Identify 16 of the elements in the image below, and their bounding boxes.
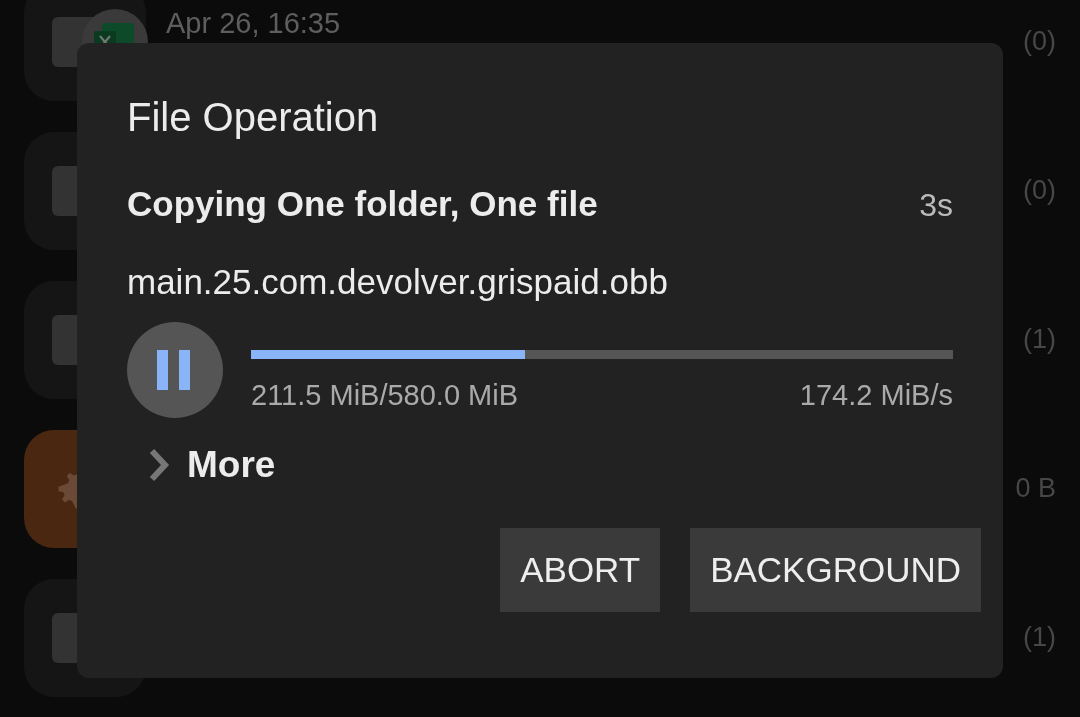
more-toggle[interactable]: More — [145, 444, 276, 486]
item-count: (1) — [1023, 324, 1056, 355]
item-count: (0) — [1023, 26, 1056, 57]
dialog-title: File Operation — [127, 95, 380, 140]
transfer-speed: 174.2 MiB/s — [799, 379, 953, 412]
dialog-button[interactable]: ABORT — [500, 528, 661, 612]
pause-icon — [157, 350, 193, 390]
file-name: main.25.com.devolver.grispaid.obb — [127, 262, 669, 302]
item-count: 0 B — [1015, 473, 1056, 504]
transferred-size: 211.5 MiB/580.0 MiB — [251, 379, 519, 412]
elapsed-time: 3s — [919, 187, 953, 224]
dialog-button[interactable]: BACKGROUND — [690, 528, 981, 612]
item-count: (0) — [1023, 175, 1056, 206]
operation-heading: Copying One folder, One file — [127, 184, 598, 224]
item-count: (1) — [1023, 622, 1056, 653]
date-label: Apr 26, 16:35 — [166, 7, 341, 39]
